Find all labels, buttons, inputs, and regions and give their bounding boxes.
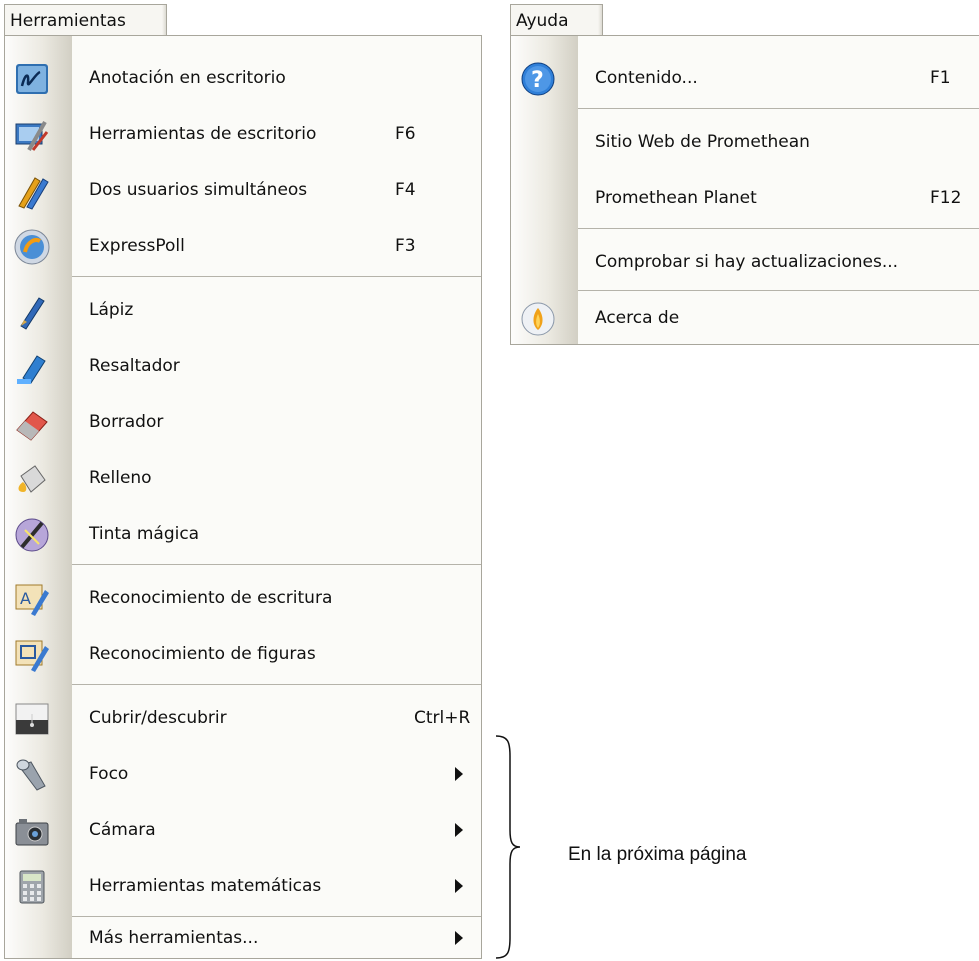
menu-item-math-tools[interactable]: Herramientas matemáticas xyxy=(5,858,481,914)
submenu-arrow-icon xyxy=(455,879,463,893)
annotation-note: En la próxima página xyxy=(568,844,747,865)
menu-item-check-updates[interactable]: Comprobar si hay actualizaciones... xyxy=(511,234,979,290)
menu-item-pen[interactable]: Lápiz xyxy=(5,282,481,338)
menu-item-highlighter[interactable]: Resaltador xyxy=(5,338,481,394)
menu-separator xyxy=(578,228,979,229)
menu-item-reveal-blind[interactable]: Cubrir/descubrir Ctrl+R xyxy=(5,690,481,746)
menu-item-label: Dos usuarios simultáneos xyxy=(89,180,308,200)
eraser-icon xyxy=(13,404,51,442)
menu-item-more-tools[interactable]: Más herramientas... xyxy=(5,916,481,958)
menu-separator xyxy=(72,684,481,685)
menu-item-label: ExpressPoll xyxy=(89,236,185,256)
menu-separator xyxy=(578,108,979,109)
menu-item-desktop-annotation[interactable]: Anotación en escritorio xyxy=(5,50,481,106)
menu-item-label: Tinta mágica xyxy=(89,524,200,544)
help-question-icon: ? xyxy=(519,60,557,98)
dual-pens-icon xyxy=(13,172,51,210)
menu-item-label: Foco xyxy=(89,764,129,784)
menu-item-dual-users[interactable]: Dos usuarios simultáneos F4 xyxy=(5,162,481,218)
menu-item-label: Herramientas de escritorio xyxy=(89,124,317,144)
annotation-pen-icon xyxy=(13,60,51,98)
magic-ink-icon xyxy=(13,516,51,554)
menu-item-label: Borrador xyxy=(89,412,164,432)
menu-item-promethean-planet[interactable]: Promethean Planet F12 xyxy=(511,170,979,226)
reveal-blind-icon xyxy=(13,700,51,738)
menu-item-expresspoll[interactable]: ExpressPoll F3 xyxy=(5,218,481,274)
menu-item-label: Herramientas matemáticas xyxy=(89,876,322,896)
expresspoll-icon xyxy=(13,228,51,266)
menu-item-label: Cubrir/descubrir xyxy=(89,708,227,728)
menu-item-label: Relleno xyxy=(89,468,152,488)
menu-item-spotlight[interactable]: Foco xyxy=(5,746,481,802)
menu-item-magic-ink[interactable]: Tinta mágica xyxy=(5,506,481,562)
menu-item-shortcut: F1 xyxy=(930,68,951,88)
menu-item-shortcut: F4 xyxy=(395,180,416,200)
menu-item-shortcut: F3 xyxy=(395,236,416,256)
menu-item-contents[interactable]: ? Contenido... F1 xyxy=(511,50,979,106)
svg-text:A: A xyxy=(20,589,31,608)
menu-separator xyxy=(72,564,481,565)
menu-item-fill[interactable]: Relleno xyxy=(5,450,481,506)
camera-icon xyxy=(13,812,51,850)
submenu-arrow-icon xyxy=(455,823,463,837)
menu-item-label: Acerca de xyxy=(595,308,680,328)
submenu-arrow-icon xyxy=(455,767,463,781)
promethean-logo-icon xyxy=(519,300,557,338)
menu-item-label: Reconocimiento de figuras xyxy=(89,644,316,664)
menu-separator xyxy=(72,276,481,277)
calculator-icon xyxy=(13,868,51,906)
menu-item-label: Lápiz xyxy=(89,300,134,320)
curly-brace xyxy=(495,735,521,959)
tools-menu-title-text: Herramientas xyxy=(10,11,126,31)
menu-item-label: Más herramientas... xyxy=(89,928,259,948)
submenu-arrow-icon xyxy=(455,931,463,945)
menu-item-label: Anotación en escritorio xyxy=(89,68,286,88)
menu-item-label: Comprobar si hay actualizaciones... xyxy=(595,252,899,272)
menu-item-label: Cámara xyxy=(89,820,156,840)
desktop-tools-icon xyxy=(13,116,51,154)
menu-item-about[interactable]: Acerca de xyxy=(511,290,979,344)
help-menu-title-text: Ayuda xyxy=(516,11,569,31)
menu-item-label: Promethean Planet xyxy=(595,188,757,208)
menu-item-label: Resaltador xyxy=(89,356,180,376)
menu-item-eraser[interactable]: Borrador xyxy=(5,394,481,450)
handwriting-recognition-icon: A xyxy=(13,580,51,618)
menu-item-label: Contenido... xyxy=(595,68,698,88)
menu-item-shortcut: F6 xyxy=(395,124,416,144)
tools-menu-dropdown: Anotación en escritorio Herramientas de … xyxy=(4,35,482,959)
help-menu-dropdown: ? Contenido... F1 Sitio Web de Promethea… xyxy=(510,35,979,345)
pen-icon xyxy=(13,292,51,330)
menu-item-label: Sitio Web de Promethean xyxy=(595,132,810,152)
menu-item-desktop-tools[interactable]: Herramientas de escritorio F6 xyxy=(5,106,481,162)
tools-menu-title[interactable]: Herramientas xyxy=(4,4,167,36)
menu-item-label: Reconocimiento de escritura xyxy=(89,588,333,608)
fill-bucket-icon xyxy=(13,460,51,498)
menu-item-shortcut: Ctrl+R xyxy=(414,708,471,728)
menu-item-shape-recognition[interactable]: Reconocimiento de figuras xyxy=(5,626,481,682)
shape-recognition-icon xyxy=(13,636,51,674)
help-menu-title[interactable]: Ayuda xyxy=(510,4,603,36)
menu-item-promethean-website[interactable]: Sitio Web de Promethean xyxy=(511,114,979,170)
spotlight-icon xyxy=(13,756,51,794)
menu-item-camera[interactable]: Cámara xyxy=(5,802,481,858)
menu-item-shortcut: F12 xyxy=(930,188,962,208)
svg-text:?: ? xyxy=(531,68,544,93)
highlighter-icon xyxy=(13,348,51,386)
menu-item-handwriting-recognition[interactable]: A Reconocimiento de escritura xyxy=(5,570,481,626)
